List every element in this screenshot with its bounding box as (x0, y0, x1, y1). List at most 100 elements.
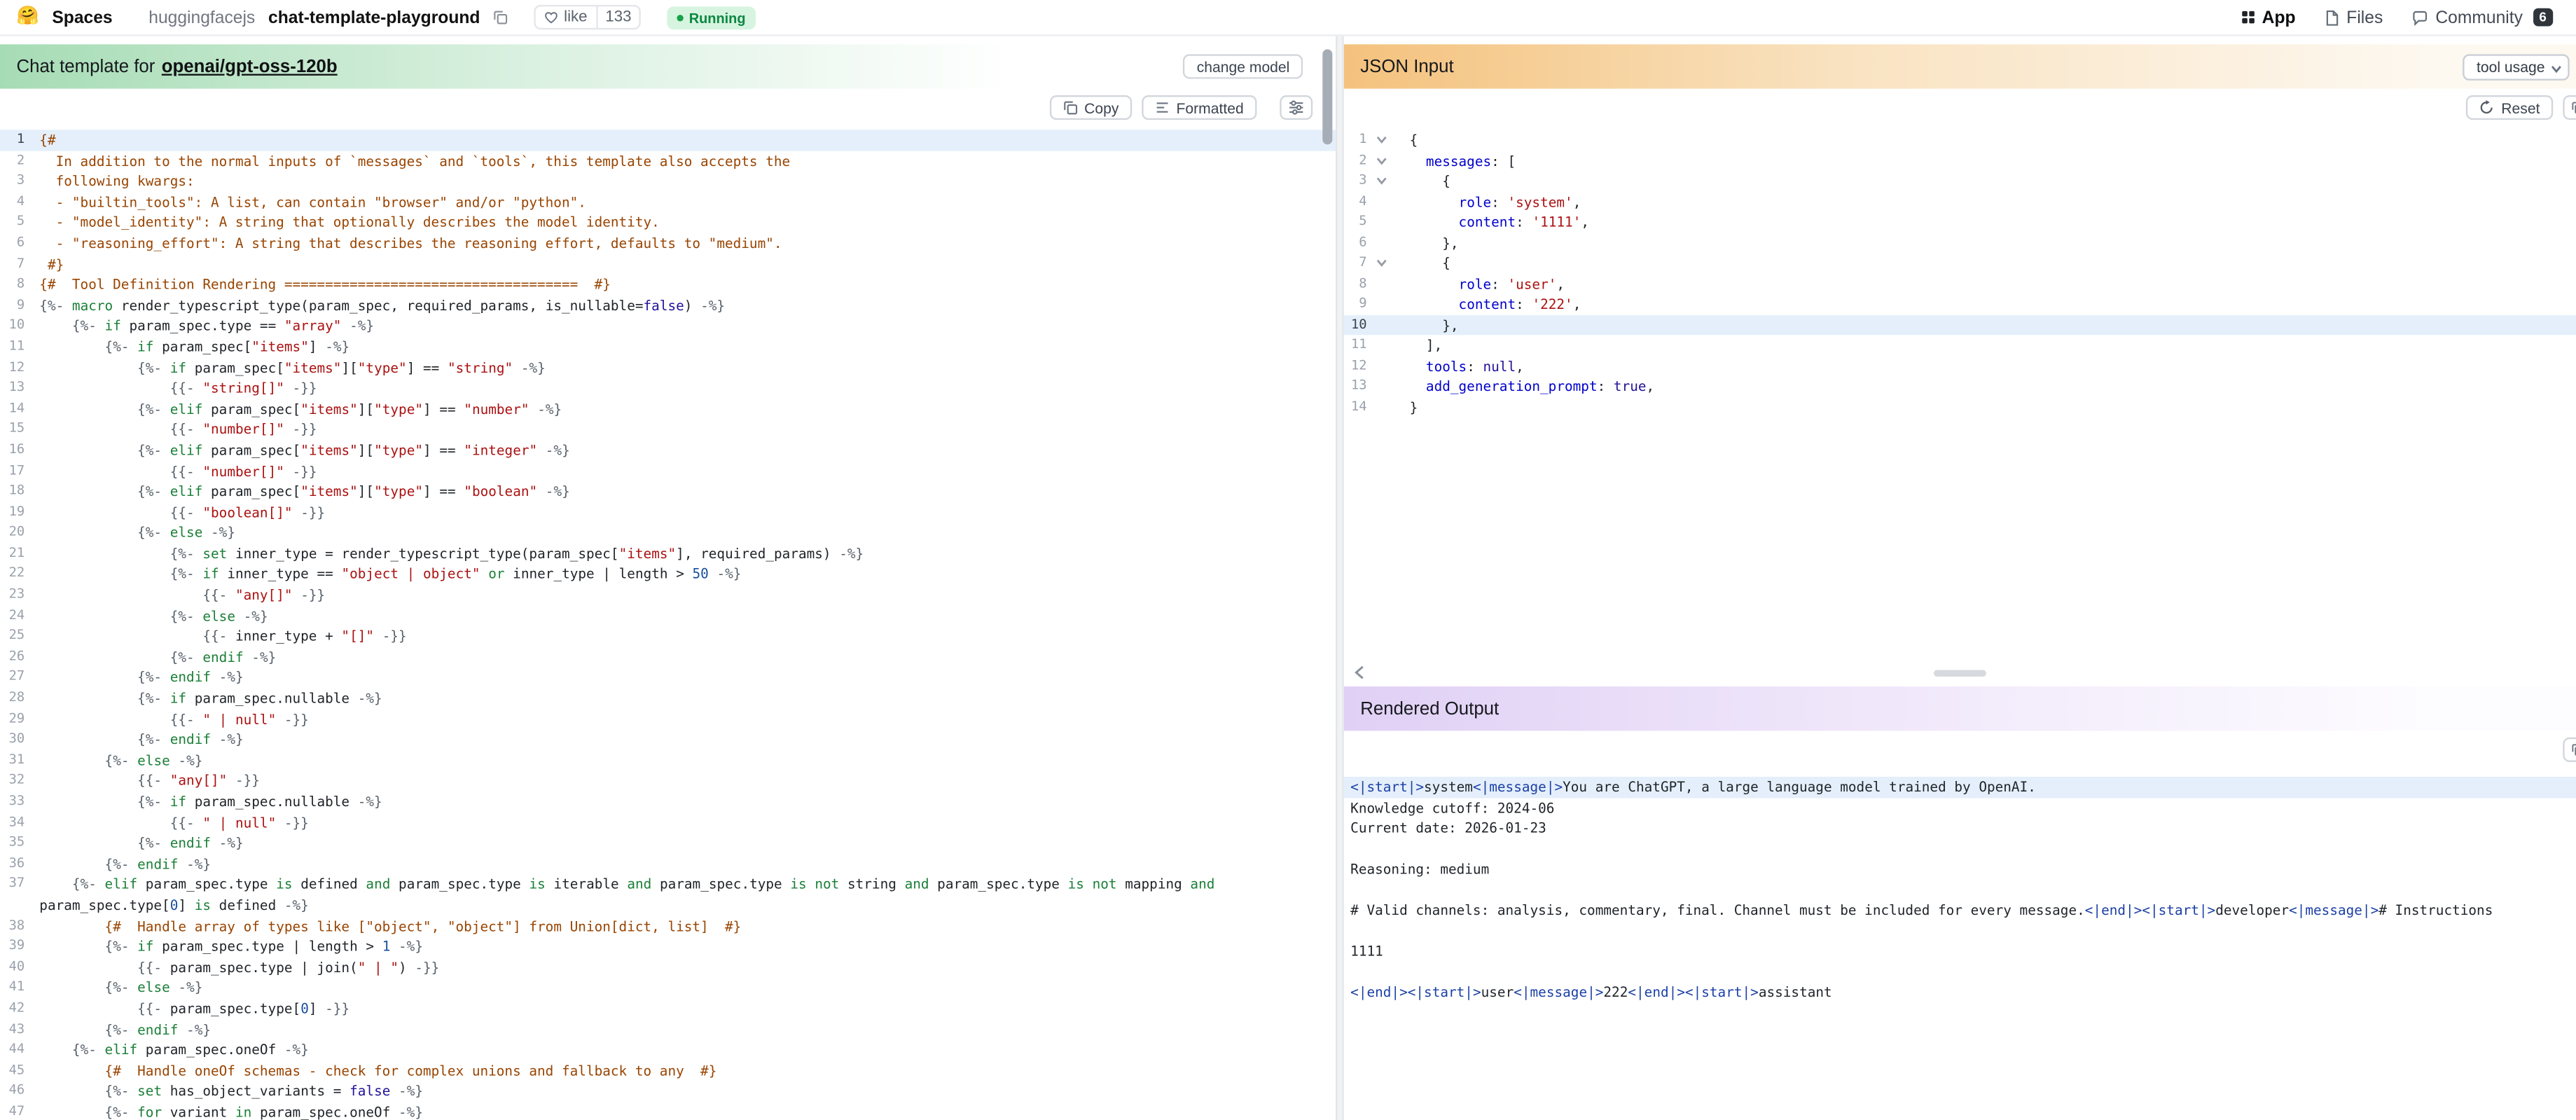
json-code-editor[interactable]: 1{2 messages: [3 {4 role: 'system',5 con… (1344, 130, 2576, 417)
template-code-line: 1{# (0, 130, 1336, 151)
copy-template-button[interactable]: Copy (1050, 95, 1132, 120)
template-code-line: 25 {{- inner_type + "[]" -}} (0, 626, 1336, 647)
panel-split-handle[interactable] (1336, 36, 1344, 1120)
json-code-line: 12 tools: null, (1344, 356, 2576, 376)
output-line: Reasoning: medium (1344, 859, 2576, 879)
line-number: 30 (0, 730, 33, 751)
line-number: 11 (0, 336, 33, 357)
editor-settings-button[interactable] (1280, 95, 1313, 120)
tab-files[interactable]: Files (2325, 8, 2383, 27)
json-code-line: 3 { (1344, 171, 2576, 191)
line-number: 14 (0, 399, 33, 420)
template-code-line: 7 #} (0, 254, 1336, 275)
template-code-line: 14 {%- elif param_spec["items"]["type"] … (0, 399, 1336, 420)
collapse-panel-button[interactable] (1347, 661, 1370, 684)
like-count[interactable]: 133 (595, 6, 639, 27)
tab-community[interactable]: Community 6 (2413, 8, 2554, 27)
template-code-line: 11 {%- if param_spec["items"] -%} (0, 336, 1336, 357)
output-line (1344, 880, 2576, 900)
template-code-line: 45 {# Handle oneOf schemas - check for c… (0, 1060, 1336, 1081)
like-label: like (564, 8, 587, 27)
template-code-line: 37 {%- elif param_spec.type is defined a… (0, 874, 1336, 915)
breadcrumb-space-name[interactable]: chat-template-playground (268, 8, 480, 27)
status-badge: Running (667, 6, 755, 29)
template-code-line: 32 {{- "any[]" -}} (0, 771, 1336, 792)
copy-space-name-icon[interactable] (493, 10, 508, 25)
scrollbar-thumb[interactable] (1322, 49, 1332, 144)
line-number: 5 (0, 212, 33, 233)
line-number: 9 (1344, 294, 1371, 314)
fold-chevron-icon[interactable] (1370, 171, 1393, 191)
like-button[interactable]: like (536, 6, 595, 27)
line-number: 1 (0, 130, 33, 151)
template-toolbar: Copy Formatted (0, 89, 1336, 125)
template-code-line: 10 {%- if param_spec.type == "array" -%} (0, 316, 1336, 337)
line-number: 15 (0, 420, 33, 441)
template-panel: Chat template for openai/gpt-oss-120b ch… (0, 36, 1336, 1120)
chat-bubble-icon (2413, 9, 2429, 25)
template-code-line: 33 {%- if param_spec.nullable -%} (0, 791, 1336, 813)
fold-gutter (1370, 191, 1393, 212)
json-code-line: 13 add_generation_prompt: true, (1344, 376, 2576, 396)
line-number: 8 (0, 275, 33, 296)
line-number: 2 (1344, 151, 1371, 171)
preset-select[interactable]: tool usage (2463, 53, 2569, 80)
output-text[interactable]: <|start|>system<|message|>You are ChatGP… (1344, 777, 2576, 1002)
template-scrollbar[interactable] (1321, 46, 1334, 1114)
line-number: 7 (1344, 253, 1371, 273)
template-code-line: 41 {%- else -%} (0, 978, 1336, 999)
output-line (1344, 920, 2576, 941)
spaces-brand-link[interactable]: Spaces (52, 8, 112, 27)
sliders-icon (1288, 100, 1304, 115)
fold-chevron-icon[interactable] (1370, 130, 1393, 150)
output-split-handle[interactable] (1344, 657, 2576, 686)
line-number: 45 (0, 1060, 33, 1081)
line-number: 20 (0, 523, 33, 544)
template-code-line: 8{# Tool Definition Rendering ==========… (0, 275, 1336, 296)
change-model-button[interactable]: change model (1184, 54, 1303, 78)
like-widget: like 133 (534, 5, 642, 29)
formatted-toggle-button[interactable]: Formatted (1142, 95, 1256, 120)
line-number: 21 (0, 544, 33, 565)
format-icon (1155, 100, 1170, 115)
copy-output-button[interactable] (2563, 738, 2576, 762)
json-code-line: 4 role: 'system', (1344, 191, 2576, 212)
template-code-editor[interactable]: 1{#2 In addition to the normal inputs of… (0, 130, 1336, 1120)
split-grip[interactable] (1934, 670, 1986, 676)
json-code-line: 1{ (1344, 130, 2576, 150)
line-number: 28 (0, 688, 33, 709)
json-code-line: 11 ], (1344, 335, 2576, 355)
fold-chevron-icon[interactable] (1370, 253, 1393, 273)
template-panel-header: Chat template for openai/gpt-oss-120b ch… (0, 44, 1336, 88)
copy-icon (1063, 100, 1078, 115)
template-code-line: 18 {%- elif param_spec["items"]["type"] … (0, 481, 1336, 502)
line-number: 37 (0, 874, 33, 915)
line-number: 35 (0, 833, 33, 854)
fold-gutter (1370, 294, 1393, 314)
json-toolbar: Reset (1344, 89, 2576, 125)
tab-app[interactable]: App (2241, 8, 2295, 27)
huggingface-logo-icon[interactable]: 🤗 (16, 8, 39, 27)
line-number: 41 (0, 978, 33, 999)
json-code-line: 9 content: '222', (1344, 294, 2576, 314)
line-number: 27 (0, 668, 33, 689)
line-number: 24 (0, 605, 33, 626)
copy-json-button[interactable] (2563, 95, 2576, 120)
json-input-panel: JSON Input tool usage Reset 1{2 messages… (1344, 36, 2576, 657)
line-number: 3 (1344, 171, 1371, 191)
template-code-line: 6 - "reasoning_effort": A string that de… (0, 233, 1336, 254)
fold-gutter (1370, 335, 1393, 355)
line-number: 29 (0, 709, 33, 730)
line-number: 13 (1344, 376, 1371, 396)
chevron-left-icon (1353, 664, 1364, 679)
reset-button[interactable]: Reset (2467, 95, 2553, 120)
running-dot-icon (677, 14, 684, 20)
community-count-badge: 6 (2533, 8, 2553, 27)
line-number: 9 (0, 295, 33, 316)
line-number: 16 (0, 440, 33, 461)
breadcrumb-org-link[interactable]: huggingfacejs (148, 8, 255, 27)
model-link[interactable]: openai/gpt-oss-120b (162, 57, 338, 76)
output-line (1344, 962, 2576, 982)
fold-chevron-icon[interactable] (1370, 151, 1393, 171)
line-number: 12 (0, 357, 33, 378)
